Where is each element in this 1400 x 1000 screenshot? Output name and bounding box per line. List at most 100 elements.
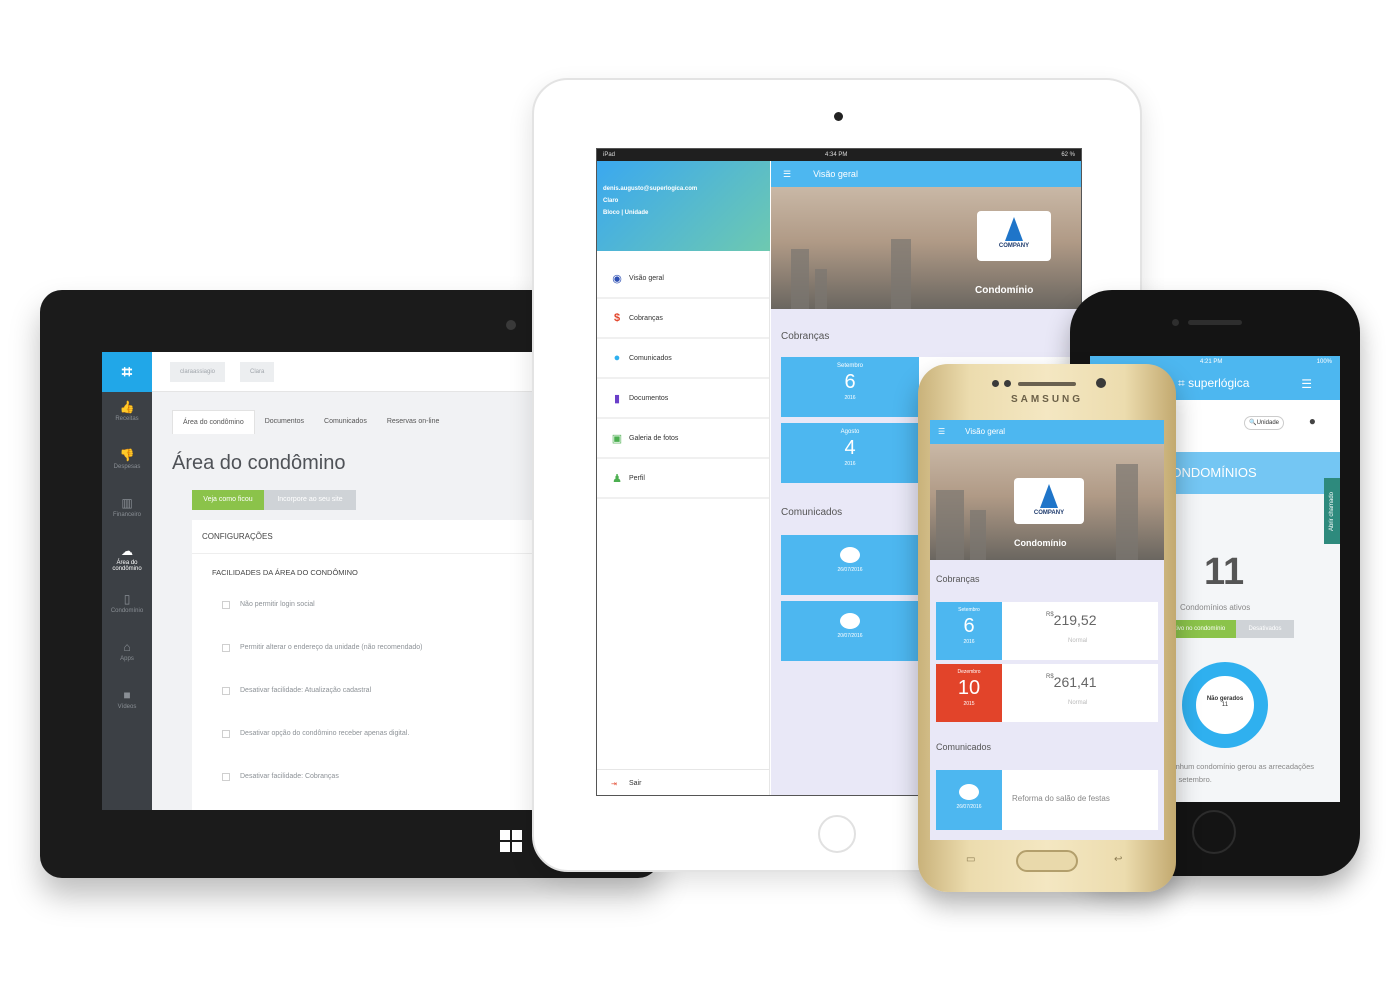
app-logo-icon[interactable]: ⌗: [102, 352, 152, 392]
message-card[interactable]: 26/07/2016: [781, 535, 919, 595]
currency: R$: [1046, 674, 1054, 680]
menu-icon[interactable]: ☰: [1301, 377, 1312, 391]
condo-name: Condomínio: [1014, 538, 1067, 548]
sidebar-item-videos[interactable]: ■ Vídeos: [102, 680, 152, 728]
iphone-speaker: [1188, 320, 1242, 325]
company-logo: COMPANY: [1014, 478, 1084, 524]
exit-button[interactable]: ⇥ Sair: [597, 769, 770, 795]
breadcrumb-root[interactable]: claraassiagio: [170, 362, 226, 382]
charge-day: 6: [963, 615, 975, 637]
amount: 219,52: [1053, 612, 1097, 628]
status-donut: Não gerados 11: [1182, 662, 1268, 748]
unit-search[interactable]: 🔍Unidade: [1244, 416, 1284, 430]
option-row[interactable]: Desativar opção do condômino receber ape…: [222, 712, 532, 755]
speech-bubble-icon: [840, 613, 860, 629]
checkbox[interactable]: [222, 686, 230, 695]
home-icon: ⌂: [123, 640, 131, 654]
preview-button[interactable]: Veja como ficou: [192, 490, 264, 510]
samsung-speaker: [1018, 382, 1076, 386]
sidebar-item-apps[interactable]: ⌂ Apps: [102, 632, 152, 680]
iphone-camera: [1172, 319, 1179, 326]
gallery-icon: ▣: [611, 432, 623, 445]
menu-item-galeria[interactable]: ▣ Galeria de fotos: [597, 419, 769, 459]
sidebar-item-area-condomino[interactable]: ☁ Área do condômino: [102, 536, 152, 584]
tab-inactive-condos[interactable]: Desativados: [1236, 620, 1294, 638]
donut-label: Não gerados: [1206, 696, 1244, 702]
document-icon: ▮: [613, 392, 621, 405]
message-text: Reforma do salão de festas: [1012, 794, 1110, 803]
donut-value: 11: [1221, 702, 1229, 708]
header-title: Visão geral: [965, 427, 1006, 436]
charge-day: 4: [844, 437, 856, 459]
status-time: 4:21 PM: [1200, 359, 1223, 365]
option-row[interactable]: Não permitir login social: [222, 583, 532, 626]
company-name: COMPANY: [1033, 510, 1065, 516]
breadcrumb-current[interactable]: Clara: [240, 362, 275, 382]
sidebar-item-despesas[interactable]: 👎 Despesas: [102, 440, 152, 488]
iphone-home-button[interactable]: [1192, 810, 1236, 854]
tab-reservas[interactable]: Reservas on-line: [377, 410, 450, 434]
message-date: 26/07/2016: [956, 804, 982, 810]
menu-item-cobrancas[interactable]: $ Cobranças: [597, 299, 769, 339]
thumb-up-icon: 👍: [119, 400, 135, 414]
user-email: denis.augusto@superlogica.com: [603, 186, 698, 192]
recent-apps-icon[interactable]: ▭: [966, 854, 975, 865]
dollar-icon: $: [613, 312, 621, 324]
open-ticket-button[interactable]: Abrir chamado: [1324, 478, 1340, 544]
option-row[interactable]: Desativar facilidade: Atualização cadast…: [222, 669, 532, 712]
sidebar-item-condominio[interactable]: ▯ Condomínio: [102, 584, 152, 632]
charge-month: Dezembro: [957, 669, 981, 675]
logo-icon: ⌗: [1178, 376, 1189, 390]
charge-year: 2016: [963, 639, 975, 645]
user-name: Claro: [603, 198, 619, 204]
tab-area-condomino[interactable]: Área do condômino: [172, 410, 255, 434]
condo-hero: COMPANY Condomínio: [930, 444, 1164, 560]
condo-count-label: Condomínios ativos: [1180, 603, 1251, 612]
skyline: [1116, 464, 1138, 560]
charge-row[interactable]: Setembro 6 2016 R$219,52 Normal: [936, 602, 1158, 660]
charge-row[interactable]: Dezembro 10 2015 R$261,41 Normal: [936, 664, 1158, 722]
samsung-home-button[interactable]: [1016, 850, 1078, 872]
windows-logo-icon: [500, 830, 522, 852]
charge-card[interactable]: Agosto 4 2016: [781, 423, 919, 483]
skyline: [936, 490, 964, 560]
sidebar-item-financeiro[interactable]: ▥ Financeiro: [102, 488, 152, 536]
bar-chart-icon: ▥: [121, 496, 133, 510]
status-battery: 62 %: [1061, 152, 1075, 158]
checkbox[interactable]: [222, 643, 230, 652]
back-icon[interactable]: ↩: [1114, 854, 1122, 865]
tab-documentos[interactable]: Documentos: [255, 410, 314, 434]
menu-item-comunicados[interactable]: ● Comunicados: [597, 339, 769, 379]
building-icon: [1005, 217, 1023, 241]
embed-button[interactable]: Incorpore ao seu site: [264, 490, 356, 510]
menu-icon[interactable]: ☰: [783, 169, 791, 179]
menu-item-documentos[interactable]: ▮ Documentos: [597, 379, 769, 419]
option-row[interactable]: Permitir alterar o endereço da unidade (…: [222, 626, 532, 669]
checkbox[interactable]: [222, 772, 230, 781]
sidebar-item-receitas[interactable]: 👍 Receitas: [102, 392, 152, 440]
user-unit: Bloco | Unidade: [603, 210, 649, 216]
checkbox[interactable]: [222, 600, 230, 609]
checkbox[interactable]: [222, 729, 230, 738]
charge-month: Setembro: [836, 363, 863, 369]
section-title: FACILIDADES DA ÁREA DO CONDÔMINO: [212, 568, 358, 577]
charge-year: 2015: [963, 701, 975, 707]
thumb-down-icon: 👎: [119, 448, 135, 462]
user-icon[interactable]: ●: [1309, 414, 1316, 428]
currency: R$: [1046, 612, 1054, 618]
menu-item-visao-geral[interactable]: ◉ Visão geral: [597, 259, 769, 299]
message-card[interactable]: 20/07/2016: [781, 601, 919, 661]
option-row[interactable]: Desativar facilidade: Cobranças: [222, 755, 532, 798]
menu-item-perfil[interactable]: ♟ Perfil: [597, 459, 769, 499]
company-name: COMPANY: [998, 243, 1030, 249]
user-card: denis.augusto@superlogica.com Claro Bloc…: [597, 161, 770, 251]
skyline: [891, 239, 911, 309]
charge-card[interactable]: Setembro 6 2016: [781, 357, 919, 417]
ipad-camera: [834, 112, 843, 121]
menu-icon[interactable]: ☰: [938, 427, 945, 436]
messages-title: Comunicados: [781, 507, 843, 518]
tab-comunicados[interactable]: Comunicados: [314, 410, 377, 434]
brand-name: superlógica: [1188, 376, 1250, 390]
ipad-home-button[interactable]: [818, 815, 856, 853]
message-row[interactable]: 26/07/2016 Reforma do salão de festas: [936, 770, 1158, 830]
